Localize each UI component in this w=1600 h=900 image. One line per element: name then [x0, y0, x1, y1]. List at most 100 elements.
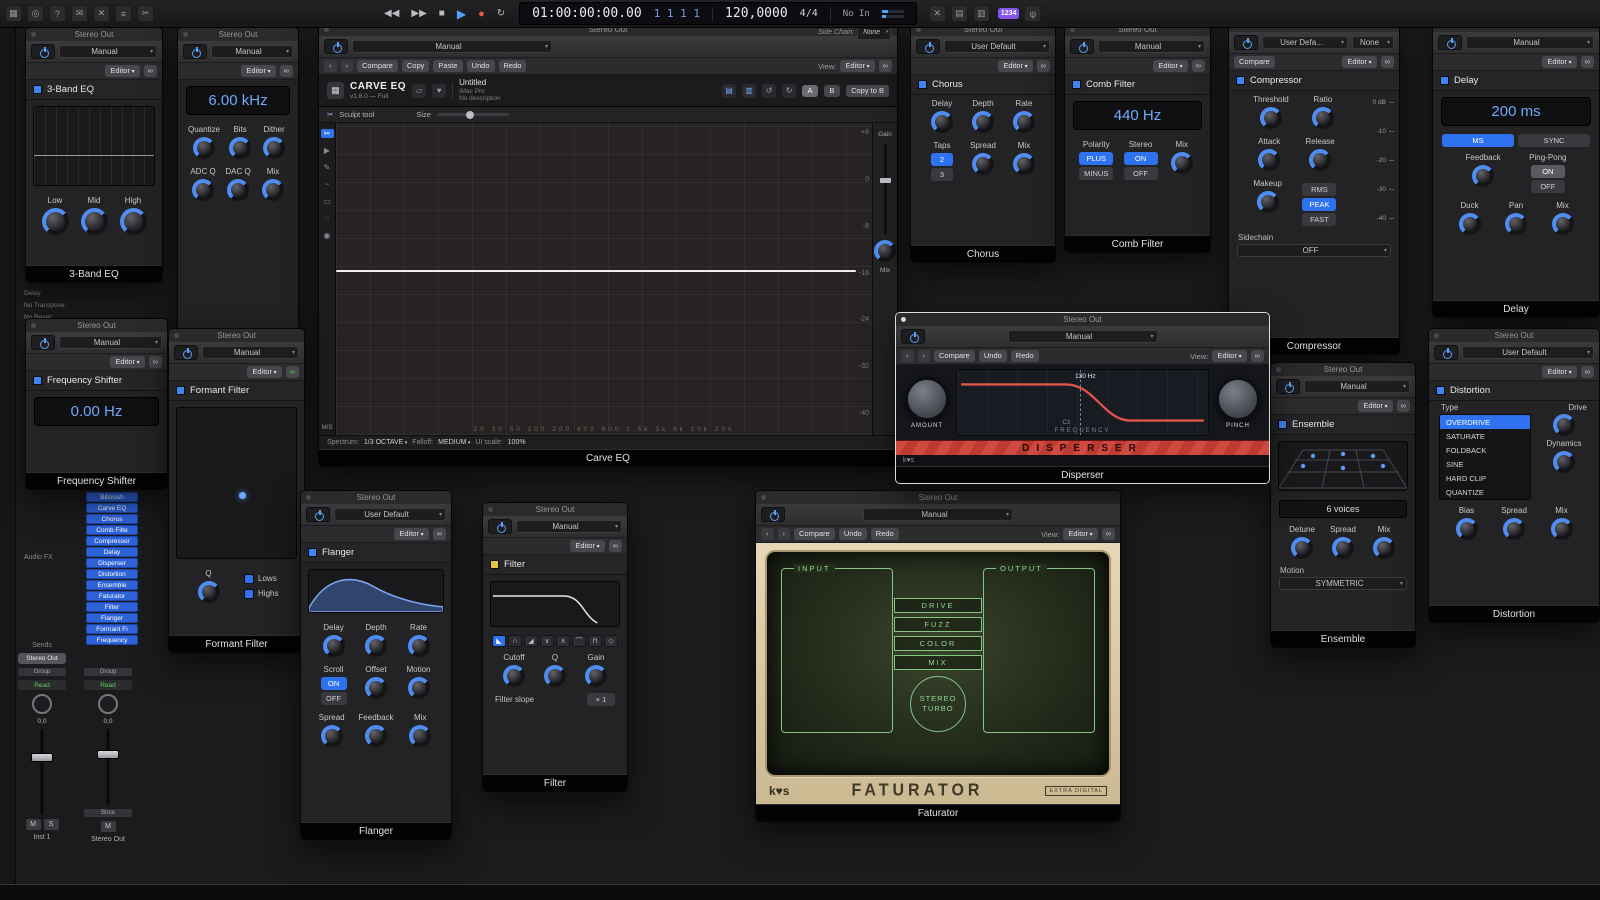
next-preset-button[interactable]: › — [777, 528, 790, 540]
spread-control[interactable]: Spread — [969, 141, 997, 175]
close-icon[interactable] — [1276, 367, 1281, 372]
release-control[interactable]: Release — [1305, 137, 1335, 171]
type-option[interactable]: OVERDRIVE — [1440, 415, 1530, 429]
bounce-button[interactable]: Bnce — [84, 809, 132, 817]
depth-knob[interactable] — [972, 111, 994, 133]
bypass-checkbox[interactable] — [1278, 420, 1287, 429]
stop-button[interactable]: ■ — [439, 8, 445, 19]
fx-slot[interactable]: Chorus — [86, 514, 138, 524]
preset-dropdown[interactable]: User Defa... — [1262, 36, 1348, 49]
highpass-shape-button[interactable]: ◢ — [524, 635, 538, 647]
link-icon[interactable]: ∞ — [143, 65, 157, 77]
drive-knob[interactable] — [1553, 414, 1575, 436]
feedback-knob[interactable] — [364, 725, 387, 747]
delay-knob[interactable] — [322, 635, 345, 657]
lowpass-shape-button[interactable]: ◣ — [492, 635, 506, 647]
mix-knob[interactable] — [1013, 153, 1035, 175]
rate-knob[interactable] — [1013, 111, 1035, 133]
stereo-on-button[interactable]: ON — [1123, 152, 1158, 165]
preset-dropdown[interactable]: Manual — [352, 40, 552, 53]
fx-slot[interactable]: Formant Fi — [86, 624, 138, 634]
link-icon[interactable]: ∞ — [279, 65, 293, 77]
eq-graph[interactable]: +8 0 -8 -16 -24 -32 -40 20 30 50 100 200… — [336, 123, 872, 435]
delay-knob[interactable] — [931, 111, 953, 133]
q-control[interactable]: Q — [195, 569, 223, 603]
low-knob[interactable] — [41, 208, 69, 235]
depth-knob[interactable] — [365, 635, 387, 657]
color-control[interactable]: COLOR — [894, 636, 982, 651]
fx-slot[interactable]: Frequency — [86, 635, 138, 645]
fx-slot[interactable]: Carve EQ — [86, 503, 138, 513]
bypass-checkbox[interactable] — [308, 548, 317, 557]
redo-button[interactable]: Redo — [498, 60, 527, 72]
close-icon[interactable] — [488, 507, 493, 512]
play-button[interactable]: ▶ — [457, 7, 466, 21]
output-section[interactable]: OUTPUT — [983, 564, 1095, 733]
preset-dropdown[interactable]: Manual — [59, 336, 162, 349]
ui-scale-value[interactable]: 100% — [508, 439, 526, 446]
eq-display[interactable] — [33, 106, 155, 186]
threshold-control[interactable]: Threshold — [1253, 95, 1289, 129]
mix-control[interactable]: Mix — [259, 167, 287, 201]
piano-roll-icon[interactable]: ▥ — [972, 5, 990, 22]
spread-knob[interactable] — [1503, 518, 1525, 540]
bypass-checkbox[interactable] — [176, 386, 185, 395]
mix-knob[interactable] — [1550, 518, 1573, 540]
type-option[interactable]: FOLDBACK — [1440, 443, 1530, 457]
fx-slot[interactable]: Flanger — [86, 613, 138, 623]
dither-knob[interactable] — [262, 137, 285, 159]
fx-slot[interactable]: Distortion — [86, 569, 138, 579]
rate-knob[interactable] — [407, 635, 430, 657]
frequency-value[interactable]: 440 Hz — [1073, 101, 1202, 130]
spread-knob[interactable] — [1332, 537, 1354, 559]
sync-mode-button[interactable]: SYNC — [1518, 134, 1590, 147]
stereo-off-button[interactable]: OFF — [1123, 167, 1158, 180]
peak-button[interactable]: PEAK — [1302, 198, 1337, 211]
rewind-button[interactable]: ◀◀ — [384, 8, 399, 19]
pan-knob[interactable] — [1505, 213, 1527, 235]
prev-preset-button[interactable]: ‹ — [761, 528, 774, 540]
rate-control[interactable]: Rate — [405, 623, 433, 657]
cutoff-knob[interactable] — [503, 665, 525, 687]
spread-control[interactable]: Spread — [1500, 506, 1528, 540]
fx-slot[interactable]: Bitcrush — [86, 492, 138, 502]
phase-curve-display[interactable]: 130 Hz C3 FREQUENCY — [956, 369, 1209, 436]
cycle-button[interactable]: ↻ — [497, 8, 505, 19]
rate-control[interactable]: Rate — [1010, 99, 1038, 133]
peak-shape-button[interactable]: ∧ — [556, 635, 570, 647]
view-dropdown[interactable]: Editor — [241, 65, 276, 77]
next-preset-button[interactable]: › — [340, 60, 353, 72]
shift-value[interactable]: 0.00 Hz — [34, 397, 159, 426]
depth-control[interactable]: Depth — [362, 623, 390, 657]
power-button[interactable] — [916, 39, 940, 54]
gain-control[interactable]: Gain — [582, 653, 610, 687]
view-dropdown[interactable]: Editor — [247, 366, 282, 378]
link-icon[interactable]: ∞ — [1101, 528, 1115, 540]
power-button[interactable] — [1070, 39, 1094, 54]
link-icon[interactable]: ∞ — [1396, 400, 1410, 412]
power-button[interactable] — [31, 44, 55, 59]
favorite-icon[interactable]: ♥ — [432, 83, 447, 98]
view-dropdown[interactable]: Editor — [1063, 528, 1098, 540]
view-dropdown[interactable]: Editor — [840, 60, 875, 72]
close-icon[interactable] — [306, 495, 311, 500]
view-dropdown[interactable]: Editor — [110, 356, 145, 368]
high-control[interactable]: High — [119, 196, 147, 235]
size-slider[interactable] — [436, 110, 509, 119]
pingpong-control[interactable]: Ping-Pong ON OFF — [1529, 153, 1567, 193]
spread-knob[interactable] — [972, 153, 994, 175]
duck-control[interactable]: Duck — [1456, 201, 1484, 235]
preset-dropdown[interactable]: User Default — [944, 40, 1050, 53]
delay-time-value[interactable]: 200 ms — [1441, 97, 1591, 126]
prev-preset-button[interactable]: ‹ — [324, 60, 337, 72]
gain-knob[interactable] — [585, 665, 607, 687]
redo-button[interactable]: Redo — [870, 528, 899, 540]
mix-control[interactable]: Mix — [1549, 201, 1577, 235]
preset-dropdown[interactable]: Manual — [1007, 330, 1158, 343]
formant-xy-pad[interactable] — [176, 407, 297, 559]
delay-control[interactable]: Delay — [928, 99, 956, 133]
undo-button[interactable]: Undo — [838, 528, 867, 540]
link-icon[interactable]: ∞ — [1380, 56, 1394, 68]
input-section[interactable]: INPUT — [781, 564, 893, 733]
motion-dropdown[interactable]: SYMMETRIC — [1279, 577, 1407, 590]
